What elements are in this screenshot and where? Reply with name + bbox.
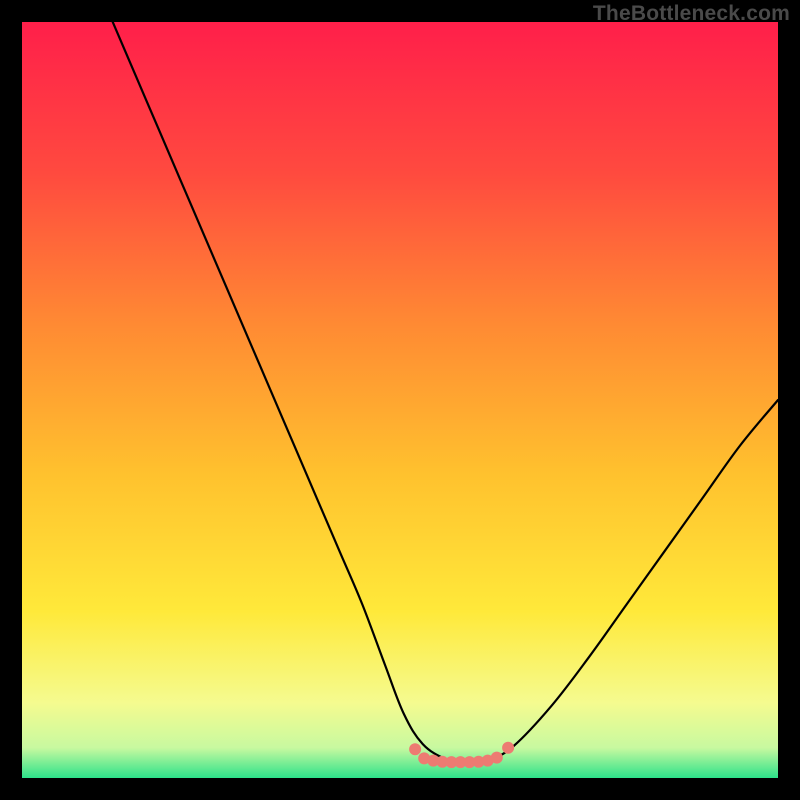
chart-background-gradient (22, 22, 778, 778)
chart-outer-frame: TheBottleneck.com (0, 0, 800, 800)
flat-region-dot (491, 752, 503, 764)
flat-region-dot (502, 742, 514, 754)
chart-plot-area (22, 22, 778, 778)
chart-svg (22, 22, 778, 778)
flat-region-dot (409, 743, 421, 755)
